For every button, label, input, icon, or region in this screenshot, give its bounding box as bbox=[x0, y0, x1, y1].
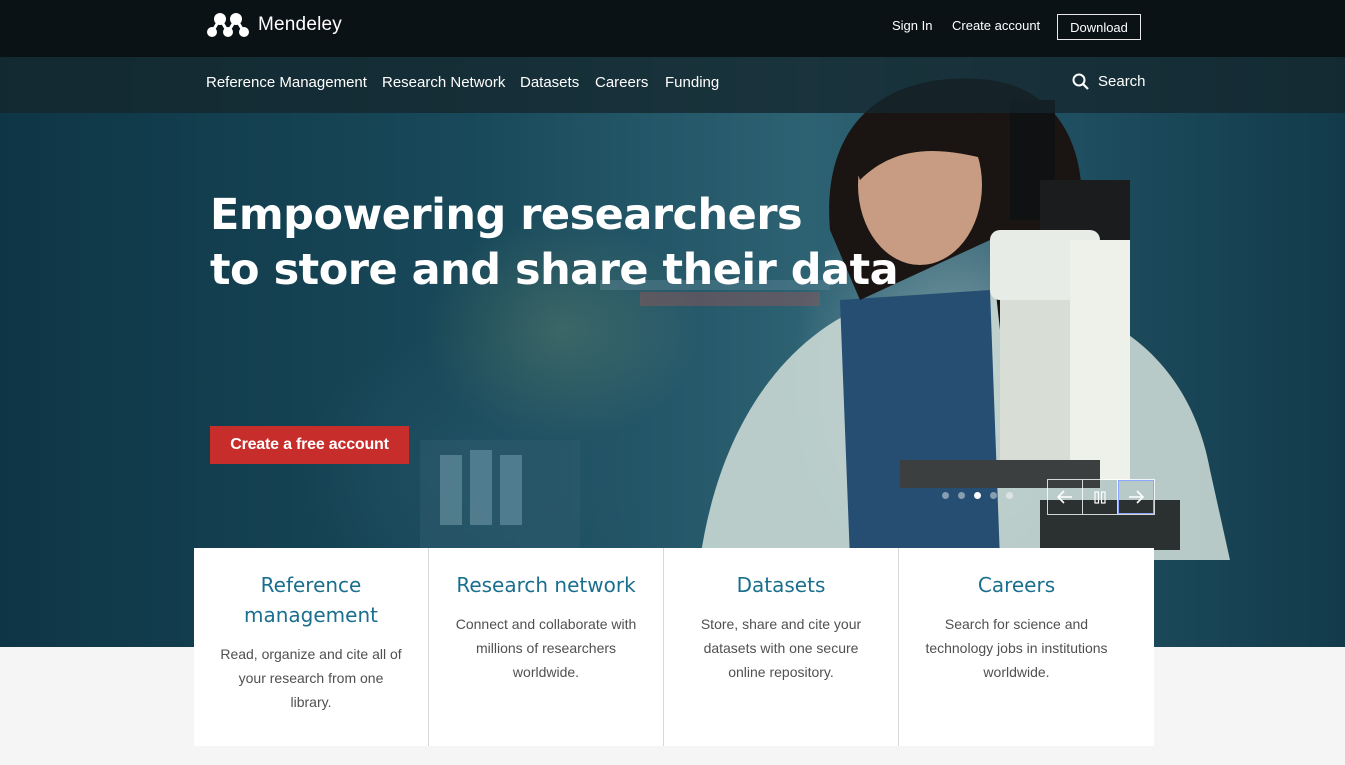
carousel-dot-4[interactable] bbox=[990, 492, 997, 499]
card-title[interactable]: Reference management bbox=[204, 570, 418, 630]
search-icon bbox=[1072, 73, 1089, 90]
nav-item-research-network[interactable]: Research Network bbox=[382, 74, 505, 91]
nav-item-careers[interactable]: Careers bbox=[595, 74, 648, 91]
carousel-prev-button[interactable] bbox=[1048, 480, 1083, 514]
create-free-account-button[interactable]: Create a free account bbox=[210, 426, 409, 464]
search-button[interactable]: Search bbox=[1072, 73, 1146, 90]
carousel-dot-5[interactable] bbox=[1006, 492, 1013, 499]
brand-name: Mendeley bbox=[258, 14, 342, 35]
search-label: Search bbox=[1098, 73, 1146, 90]
pause-icon bbox=[1094, 490, 1106, 504]
arrow-left-icon bbox=[1057, 490, 1072, 504]
nav-item-funding[interactable]: Funding bbox=[665, 74, 719, 91]
carousel-dot-2[interactable] bbox=[958, 492, 965, 499]
feature-cards: Reference management Read, organize and … bbox=[194, 548, 1154, 746]
carousel-dot-3[interactable] bbox=[974, 492, 981, 499]
top-bar: Mendeley Sign In Create account Download bbox=[0, 0, 1345, 57]
nav-item-reference-management[interactable]: Reference Management bbox=[206, 74, 367, 91]
carousel-dot-1[interactable] bbox=[942, 492, 949, 499]
card-title[interactable]: Research network bbox=[439, 570, 653, 600]
card-description: Search for science and technology jobs i… bbox=[925, 616, 1108, 680]
hero-headline-line1: Empowering researchers bbox=[210, 190, 803, 240]
card-title[interactable]: Datasets bbox=[674, 570, 888, 600]
arrow-right-icon bbox=[1129, 490, 1144, 504]
carousel-pause-button[interactable] bbox=[1083, 480, 1118, 514]
card-description: Store, share and cite your datasets with… bbox=[700, 616, 862, 680]
card-description: Read, organize and cite all of your rese… bbox=[220, 646, 402, 710]
download-button[interactable]: Download bbox=[1057, 14, 1141, 40]
brand-logo[interactable]: Mendeley bbox=[206, 12, 342, 38]
card-title[interactable]: Careers bbox=[909, 570, 1124, 600]
feature-card-research-network[interactable]: Research network Connect and collaborate… bbox=[429, 548, 664, 746]
sign-in-link[interactable]: Sign In bbox=[892, 18, 932, 33]
nav-item-datasets[interactable]: Datasets bbox=[520, 74, 579, 91]
feature-card-reference-management[interactable]: Reference management Read, organize and … bbox=[194, 548, 429, 746]
feature-card-careers[interactable]: Careers Search for science and technolog… bbox=[899, 548, 1134, 746]
carousel-controls bbox=[1047, 479, 1155, 515]
hero-headline: Empowering researchers to store and shar… bbox=[210, 188, 899, 298]
mendeley-logo-icon bbox=[207, 13, 249, 37]
hero-headline-line2: to store and share their data bbox=[210, 245, 899, 295]
carousel-next-button[interactable] bbox=[1118, 480, 1154, 514]
create-account-link[interactable]: Create account bbox=[952, 18, 1040, 33]
main-nav: Reference Management Research Network Da… bbox=[0, 57, 1345, 113]
feature-card-datasets[interactable]: Datasets Store, share and cite your data… bbox=[664, 548, 899, 746]
card-description: Connect and collaborate with millions of… bbox=[455, 616, 637, 680]
carousel-indicators bbox=[942, 492, 1013, 499]
